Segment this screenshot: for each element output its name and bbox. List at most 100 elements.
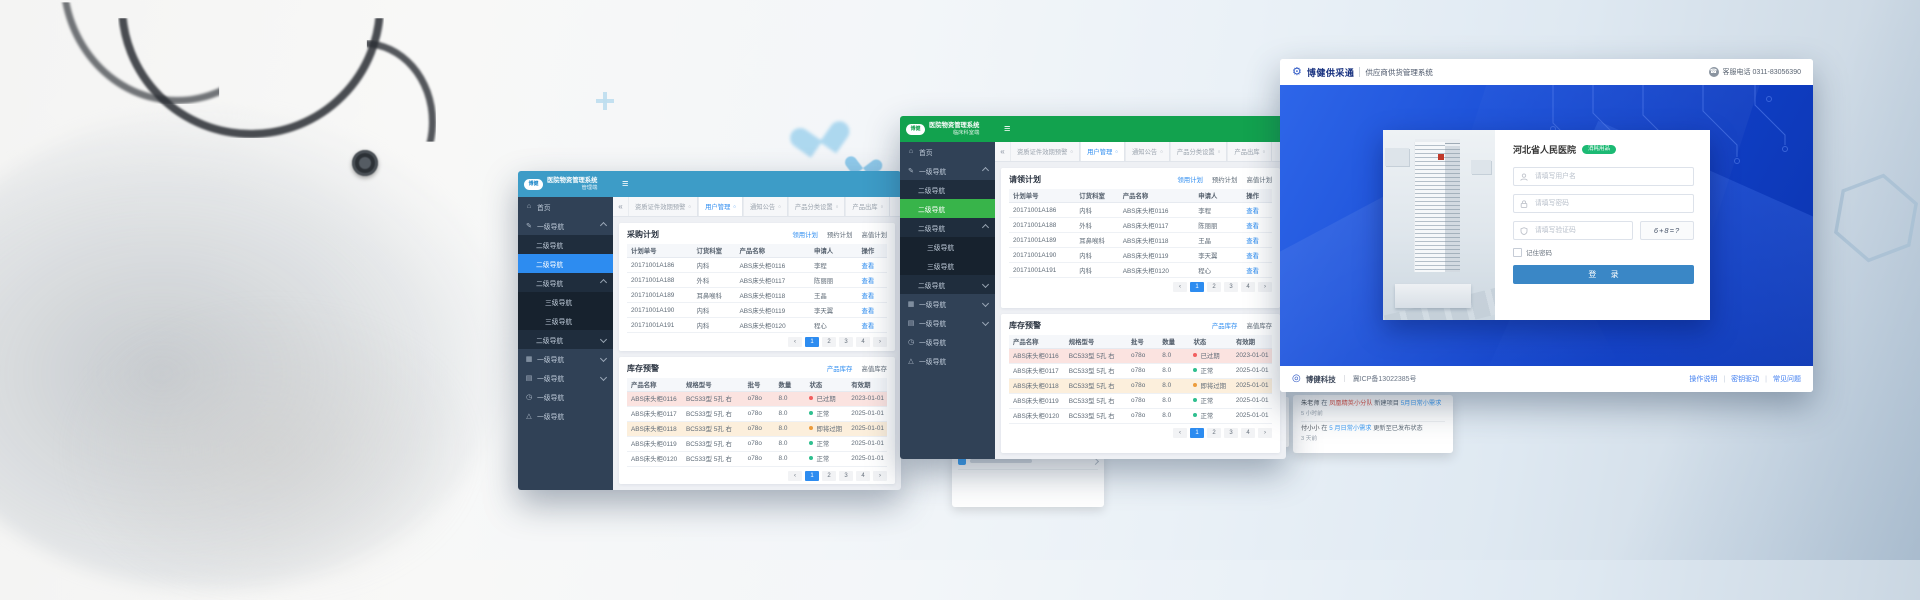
sidebar-item[interactable]: ⌂首页 (900, 142, 995, 161)
sidebar-item[interactable]: 二级导航 (900, 275, 995, 294)
page-button[interactable]: 1 (1190, 428, 1204, 438)
tab-close-icon[interactable]: ○ (1070, 149, 1073, 154)
feed-link[interactable]: 5 月日常小需求 (1329, 425, 1371, 432)
collapse-tabs-icon[interactable]: « (613, 202, 628, 211)
sidebar-item[interactable]: △一级导航 (518, 406, 613, 425)
tab-close-icon[interactable]: ○ (1263, 149, 1266, 154)
section-link[interactable]: 预约计划 (1212, 175, 1238, 184)
page-button[interactable]: 2 (822, 471, 836, 481)
section-link[interactable]: 高值计划 (1246, 175, 1272, 184)
sidebar-item[interactable]: 三级导航 (900, 237, 995, 256)
sidebar-item[interactable]: △一级导航 (900, 351, 995, 370)
collapse-tabs-icon[interactable]: « (995, 147, 1010, 156)
section-link[interactable]: 高值计划 (861, 230, 887, 239)
page-button[interactable]: 2 (1207, 428, 1221, 438)
tab-close-icon[interactable]: ○ (836, 204, 839, 209)
sidebar-item[interactable]: 二级导航 (518, 254, 613, 273)
page-button[interactable]: 2 (822, 337, 836, 347)
tab[interactable]: 产品分类设置○ (1170, 142, 1228, 161)
sidebar-item[interactable]: ▦一级导航 (518, 349, 613, 368)
sidebar-item[interactable]: 三级导航 (900, 256, 995, 275)
sidebar-item[interactable]: ✎一级导航 (900, 161, 995, 180)
view-link[interactable]: 查看 (1246, 268, 1259, 275)
tab-close-icon[interactable]: ○ (688, 204, 691, 209)
footer-link[interactable]: 操作说明 (1689, 374, 1717, 384)
tab[interactable]: 产品分类设置○ (788, 197, 846, 216)
sidebar-item[interactable]: 二级导航 (518, 330, 613, 349)
view-link[interactable]: 查看 (862, 323, 875, 330)
page-button[interactable]: 4 (1241, 428, 1255, 438)
section-link[interactable]: 领用计划 (792, 230, 818, 239)
tab-close-icon[interactable]: ○ (733, 204, 736, 209)
next-page-button[interactable]: › (873, 337, 887, 347)
password-input[interactable] (1533, 199, 1687, 208)
tab[interactable]: 通知公告○ (743, 197, 788, 216)
page-button[interactable]: 1 (1190, 282, 1204, 292)
tab[interactable]: 资质证件效期预警○ (628, 197, 698, 216)
sidebar-item[interactable]: ▤一级导航 (900, 313, 995, 332)
next-page-button[interactable]: › (873, 471, 887, 481)
section-link[interactable]: 高值库存 (1246, 321, 1272, 330)
view-link[interactable]: 查看 (1246, 238, 1259, 245)
captcha-image[interactable]: 6+8=? (1640, 221, 1694, 240)
page-button[interactable]: 1 (805, 471, 819, 481)
footer-link[interactable]: 常见问题 (1773, 374, 1801, 384)
view-link[interactable]: 查看 (1246, 208, 1259, 215)
sidebar-item[interactable]: ▦一级导航 (900, 294, 995, 313)
page-button[interactable]: 2 (1207, 282, 1221, 292)
page-button[interactable]: 3 (839, 337, 853, 347)
feed-link[interactable]: 凤凰精英小分队 (1329, 400, 1372, 407)
next-page-button[interactable]: › (1258, 428, 1272, 438)
view-link[interactable]: 查看 (862, 278, 875, 285)
tab[interactable]: 产品出库○ (845, 197, 890, 216)
sidebar-item[interactable]: 二级导航 (900, 180, 995, 199)
tab[interactable]: 通知公告○ (1125, 142, 1170, 161)
view-link[interactable]: 查看 (1246, 253, 1259, 260)
sidebar-item[interactable]: ✎一级导航 (518, 216, 613, 235)
sidebar-item[interactable]: ◷一级导航 (518, 387, 613, 406)
tab[interactable]: 产品出库○ (1227, 142, 1272, 161)
section-link[interactable]: 高值库存 (861, 364, 887, 373)
page-button[interactable]: 3 (839, 471, 853, 481)
hamburger-icon[interactable]: ≡ (1004, 124, 1010, 135)
feed-item[interactable]: 朱老师 在 凤凰精英小分队 新建项目 5月日常小需求5 小时前 (1301, 400, 1445, 418)
page-button[interactable]: 4 (856, 337, 870, 347)
view-link[interactable]: 查看 (862, 263, 875, 270)
prev-page-button[interactable]: ‹ (788, 337, 802, 347)
sidebar-item[interactable]: ▤一级导航 (518, 368, 613, 387)
tab-close-icon[interactable]: ○ (1218, 149, 1221, 154)
tab[interactable]: 用户管理○ (1080, 142, 1125, 161)
section-link[interactable]: 产品库存 (827, 364, 853, 373)
section-link[interactable]: 领用计划 (1177, 175, 1203, 184)
sidebar-item[interactable]: ⌂首页 (518, 197, 613, 216)
tab-close-icon[interactable]: ○ (1115, 149, 1118, 154)
next-page-button[interactable]: › (1258, 282, 1272, 292)
sidebar-item[interactable]: 三级导航 (518, 292, 613, 311)
page-button[interactable]: 4 (1241, 282, 1255, 292)
view-link[interactable]: 查看 (862, 293, 875, 300)
section-link[interactable]: 预约计划 (827, 230, 853, 239)
sidebar-item[interactable]: 二级导航 (900, 218, 995, 237)
captcha-input[interactable] (1533, 226, 1626, 235)
prev-page-button[interactable]: ‹ (1173, 282, 1187, 292)
view-link[interactable]: 查看 (1246, 223, 1259, 230)
prev-page-button[interactable]: ‹ (788, 471, 802, 481)
sidebar-item[interactable]: 二级导航 (518, 235, 613, 254)
tab-close-icon[interactable]: ○ (778, 204, 781, 209)
sidebar-item[interactable]: 二级导航 (900, 199, 995, 218)
page-button[interactable]: 1 (805, 337, 819, 347)
feed-link[interactable]: 5月日常小需求 (1401, 400, 1442, 407)
login-button[interactable]: 登 录 (1513, 265, 1694, 284)
tab-close-icon[interactable]: ○ (881, 204, 884, 209)
footer-link[interactable]: 密钥驱动 (1731, 374, 1759, 384)
sidebar-item[interactable]: 二级导航 (518, 273, 613, 292)
sidebar-item[interactable]: ◷一级导航 (900, 332, 995, 351)
prev-page-button[interactable]: ‹ (1173, 428, 1187, 438)
page-button[interactable]: 3 (1224, 282, 1238, 292)
tab[interactable]: 用户管理○ (698, 197, 743, 216)
remember-checkbox[interactable] (1513, 248, 1522, 257)
tab[interactable]: 资质证件效期预警○ (1010, 142, 1080, 161)
view-link[interactable]: 查看 (862, 308, 875, 315)
hamburger-icon[interactable]: ≡ (622, 179, 628, 190)
section-link[interactable]: 产品库存 (1212, 321, 1238, 330)
